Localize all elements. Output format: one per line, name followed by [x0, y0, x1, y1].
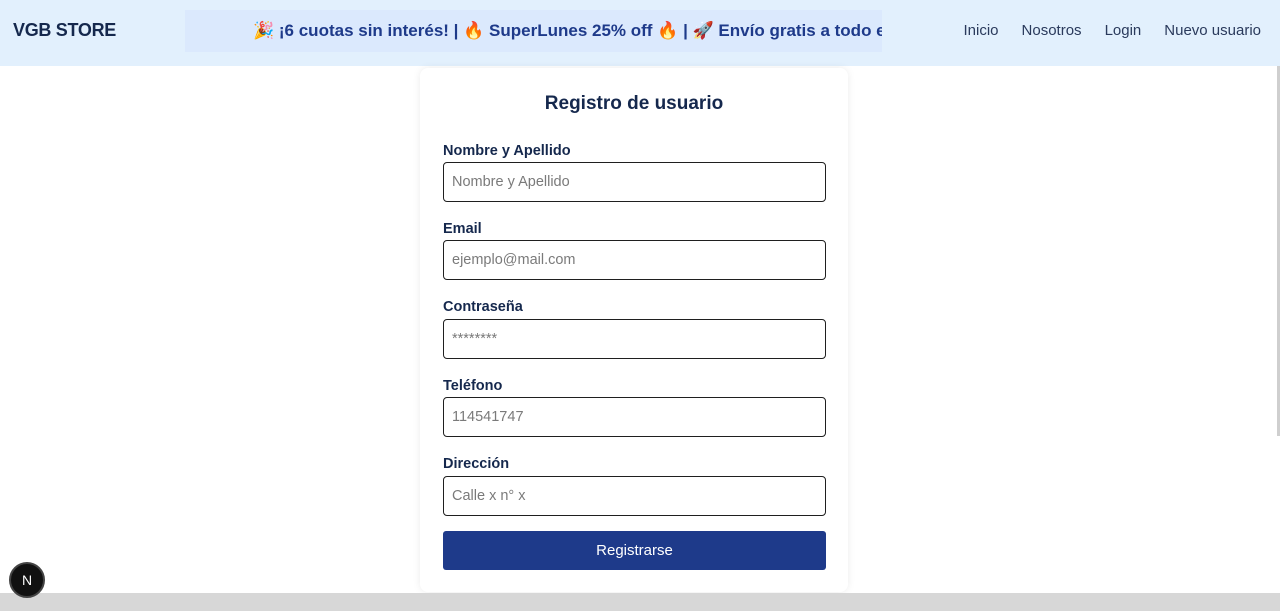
announcement-text: 🎉 ¡6 cuotas sin interés! | 🔥 SuperLunes …	[253, 21, 882, 40]
address-label: Dirección	[443, 456, 510, 472]
phone-label: Teléfono	[443, 378, 503, 394]
name-label: Nombre y Apellido	[443, 143, 571, 159]
name-field[interactable]	[443, 162, 826, 202]
address-field[interactable]	[443, 476, 826, 516]
nav-links: Inicio Nosotros Login Nuevo usuario	[964, 22, 1262, 39]
register-button[interactable]: Registrarse	[443, 531, 826, 570]
dev-tools-badge[interactable]: N	[9, 562, 45, 598]
page-title: Registro de usuario	[544, 93, 724, 114]
password-label: Contraseña	[443, 299, 523, 315]
nav-link-nosotros[interactable]: Nosotros	[1022, 22, 1082, 39]
nav-link-nuevo-usuario[interactable]: Nuevo usuario	[1164, 22, 1261, 39]
register-card: Registro de usuario Nombre y Apellido Em…	[420, 68, 848, 592]
nav-link-login[interactable]: Login	[1105, 22, 1142, 39]
brand-logo[interactable]: VGB STORE	[13, 20, 116, 41]
password-field[interactable]	[443, 319, 826, 359]
navbar: VGB STORE 🎉 ¡6 cuotas sin interés! | 🔥 S…	[0, 0, 1280, 66]
email-field[interactable]	[443, 240, 826, 280]
footer-bar	[0, 593, 1280, 611]
phone-field[interactable]	[443, 397, 826, 437]
email-label: Email	[443, 221, 482, 237]
announcement-banner: 🎉 ¡6 cuotas sin interés! | 🔥 SuperLunes …	[185, 10, 882, 52]
nav-link-inicio[interactable]: Inicio	[964, 22, 999, 39]
